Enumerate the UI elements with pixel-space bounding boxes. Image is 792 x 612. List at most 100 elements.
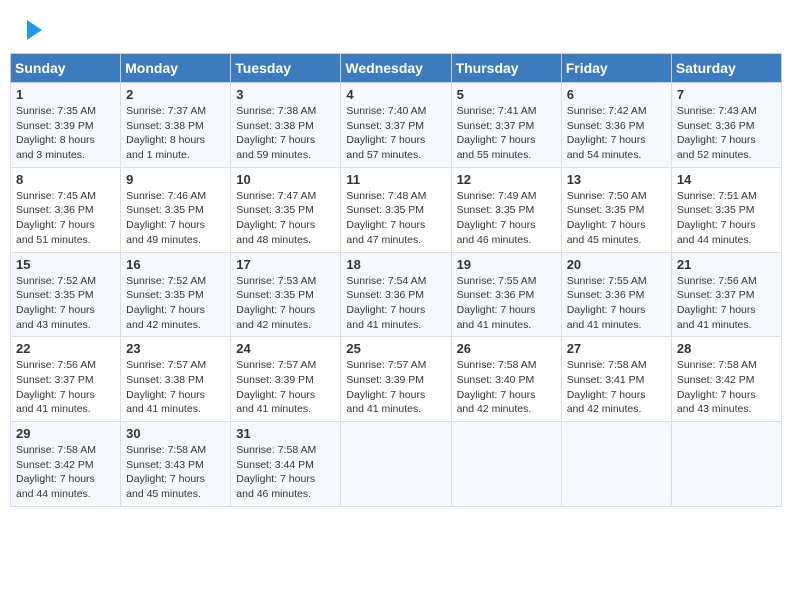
- calendar-day-cell: 31 Sunrise: 7:58 AMSunset: 3:44 PMDaylig…: [231, 422, 341, 507]
- day-number: 27: [567, 341, 666, 356]
- day-info: Sunrise: 7:40 AMSunset: 3:37 PMDaylight:…: [346, 104, 445, 163]
- day-info: Sunrise: 7:51 AMSunset: 3:35 PMDaylight:…: [677, 189, 776, 248]
- calendar-day-cell: 10 Sunrise: 7:47 AMSunset: 3:35 PMDaylig…: [231, 167, 341, 252]
- day-info: Sunrise: 7:37 AMSunset: 3:38 PMDaylight:…: [126, 104, 225, 163]
- day-number: 14: [677, 172, 776, 187]
- calendar-week-row: 8 Sunrise: 7:45 AMSunset: 3:36 PMDayligh…: [11, 167, 782, 252]
- day-number: 17: [236, 257, 335, 272]
- calendar-day-cell: 9 Sunrise: 7:46 AMSunset: 3:35 PMDayligh…: [121, 167, 231, 252]
- calendar-day-cell: 1 Sunrise: 7:35 AMSunset: 3:39 PMDayligh…: [11, 83, 121, 168]
- day-info: Sunrise: 7:57 AMSunset: 3:38 PMDaylight:…: [126, 358, 225, 417]
- day-info: Sunrise: 7:49 AMSunset: 3:35 PMDaylight:…: [457, 189, 556, 248]
- calendar-day-cell: 28 Sunrise: 7:58 AMSunset: 3:42 PMDaylig…: [671, 337, 781, 422]
- calendar-day-cell: 15 Sunrise: 7:52 AMSunset: 3:35 PMDaylig…: [11, 252, 121, 337]
- calendar-day-cell: 4 Sunrise: 7:40 AMSunset: 3:37 PMDayligh…: [341, 83, 451, 168]
- day-number: 16: [126, 257, 225, 272]
- day-number: 2: [126, 87, 225, 102]
- day-info: Sunrise: 7:48 AMSunset: 3:35 PMDaylight:…: [346, 189, 445, 248]
- day-number: 23: [126, 341, 225, 356]
- calendar-day-cell: 22 Sunrise: 7:56 AMSunset: 3:37 PMDaylig…: [11, 337, 121, 422]
- calendar-day-cell: 23 Sunrise: 7:57 AMSunset: 3:38 PMDaylig…: [121, 337, 231, 422]
- day-info: Sunrise: 7:56 AMSunset: 3:37 PMDaylight:…: [677, 274, 776, 333]
- day-info: Sunrise: 7:58 AMSunset: 3:41 PMDaylight:…: [567, 358, 666, 417]
- calendar-day-cell: [561, 422, 671, 507]
- calendar-day-cell: 14 Sunrise: 7:51 AMSunset: 3:35 PMDaylig…: [671, 167, 781, 252]
- day-number: 28: [677, 341, 776, 356]
- calendar-header-row: SundayMondayTuesdayWednesdayThursdayFrid…: [11, 54, 782, 83]
- day-info: Sunrise: 7:50 AMSunset: 3:35 PMDaylight:…: [567, 189, 666, 248]
- calendar-day-cell: 24 Sunrise: 7:57 AMSunset: 3:39 PMDaylig…: [231, 337, 341, 422]
- calendar-day-cell: 7 Sunrise: 7:43 AMSunset: 3:36 PMDayligh…: [671, 83, 781, 168]
- day-info: Sunrise: 7:54 AMSunset: 3:36 PMDaylight:…: [346, 274, 445, 333]
- calendar-day-cell: 26 Sunrise: 7:58 AMSunset: 3:40 PMDaylig…: [451, 337, 561, 422]
- logo-icon: [17, 15, 47, 45]
- day-number: 13: [567, 172, 666, 187]
- calendar-day-cell: [671, 422, 781, 507]
- day-number: 31: [236, 426, 335, 441]
- day-info: Sunrise: 7:58 AMSunset: 3:42 PMDaylight:…: [677, 358, 776, 417]
- calendar-week-row: 22 Sunrise: 7:56 AMSunset: 3:37 PMDaylig…: [11, 337, 782, 422]
- day-number: 9: [126, 172, 225, 187]
- weekday-header: Friday: [561, 54, 671, 83]
- calendar-day-cell: 27 Sunrise: 7:58 AMSunset: 3:41 PMDaylig…: [561, 337, 671, 422]
- calendar-week-row: 29 Sunrise: 7:58 AMSunset: 3:42 PMDaylig…: [11, 422, 782, 507]
- day-info: Sunrise: 7:42 AMSunset: 3:36 PMDaylight:…: [567, 104, 666, 163]
- day-number: 30: [126, 426, 225, 441]
- day-number: 5: [457, 87, 556, 102]
- calendar-day-cell: [341, 422, 451, 507]
- calendar-day-cell: 18 Sunrise: 7:54 AMSunset: 3:36 PMDaylig…: [341, 252, 451, 337]
- calendar-day-cell: 5 Sunrise: 7:41 AMSunset: 3:37 PMDayligh…: [451, 83, 561, 168]
- calendar-day-cell: 19 Sunrise: 7:55 AMSunset: 3:36 PMDaylig…: [451, 252, 561, 337]
- day-number: 22: [16, 341, 115, 356]
- day-info: Sunrise: 7:58 AMSunset: 3:43 PMDaylight:…: [126, 443, 225, 502]
- weekday-header: Saturday: [671, 54, 781, 83]
- day-info: Sunrise: 7:55 AMSunset: 3:36 PMDaylight:…: [457, 274, 556, 333]
- day-info: Sunrise: 7:58 AMSunset: 3:40 PMDaylight:…: [457, 358, 556, 417]
- day-number: 7: [677, 87, 776, 102]
- day-info: Sunrise: 7:38 AMSunset: 3:38 PMDaylight:…: [236, 104, 335, 163]
- day-info: Sunrise: 7:43 AMSunset: 3:36 PMDaylight:…: [677, 104, 776, 163]
- calendar-day-cell: 30 Sunrise: 7:58 AMSunset: 3:43 PMDaylig…: [121, 422, 231, 507]
- calendar-day-cell: [451, 422, 561, 507]
- calendar-day-cell: 25 Sunrise: 7:57 AMSunset: 3:39 PMDaylig…: [341, 337, 451, 422]
- day-number: 25: [346, 341, 445, 356]
- day-number: 21: [677, 257, 776, 272]
- calendar-day-cell: 11 Sunrise: 7:48 AMSunset: 3:35 PMDaylig…: [341, 167, 451, 252]
- day-info: Sunrise: 7:58 AMSunset: 3:44 PMDaylight:…: [236, 443, 335, 502]
- day-number: 6: [567, 87, 666, 102]
- day-number: 18: [346, 257, 445, 272]
- day-info: Sunrise: 7:52 AMSunset: 3:35 PMDaylight:…: [16, 274, 115, 333]
- day-info: Sunrise: 7:41 AMSunset: 3:37 PMDaylight:…: [457, 104, 556, 163]
- day-number: 11: [346, 172, 445, 187]
- day-info: Sunrise: 7:46 AMSunset: 3:35 PMDaylight:…: [126, 189, 225, 248]
- weekday-header: Thursday: [451, 54, 561, 83]
- day-info: Sunrise: 7:55 AMSunset: 3:36 PMDaylight:…: [567, 274, 666, 333]
- weekday-header: Tuesday: [231, 54, 341, 83]
- calendar-day-cell: 3 Sunrise: 7:38 AMSunset: 3:38 PMDayligh…: [231, 83, 341, 168]
- day-number: 4: [346, 87, 445, 102]
- calendar-day-cell: 20 Sunrise: 7:55 AMSunset: 3:36 PMDaylig…: [561, 252, 671, 337]
- calendar-table: SundayMondayTuesdayWednesdayThursdayFrid…: [10, 53, 782, 507]
- logo: [15, 15, 47, 45]
- day-info: Sunrise: 7:52 AMSunset: 3:35 PMDaylight:…: [126, 274, 225, 333]
- day-number: 26: [457, 341, 556, 356]
- calendar-day-cell: 17 Sunrise: 7:53 AMSunset: 3:35 PMDaylig…: [231, 252, 341, 337]
- day-info: Sunrise: 7:57 AMSunset: 3:39 PMDaylight:…: [346, 358, 445, 417]
- day-number: 3: [236, 87, 335, 102]
- calendar-week-row: 15 Sunrise: 7:52 AMSunset: 3:35 PMDaylig…: [11, 252, 782, 337]
- day-number: 15: [16, 257, 115, 272]
- weekday-header: Sunday: [11, 54, 121, 83]
- day-number: 12: [457, 172, 556, 187]
- day-number: 19: [457, 257, 556, 272]
- calendar-day-cell: 21 Sunrise: 7:56 AMSunset: 3:37 PMDaylig…: [671, 252, 781, 337]
- calendar-day-cell: 29 Sunrise: 7:58 AMSunset: 3:42 PMDaylig…: [11, 422, 121, 507]
- page-header: [10, 10, 782, 45]
- day-info: Sunrise: 7:58 AMSunset: 3:42 PMDaylight:…: [16, 443, 115, 502]
- calendar-day-cell: 2 Sunrise: 7:37 AMSunset: 3:38 PMDayligh…: [121, 83, 231, 168]
- day-info: Sunrise: 7:45 AMSunset: 3:36 PMDaylight:…: [16, 189, 115, 248]
- calendar-week-row: 1 Sunrise: 7:35 AMSunset: 3:39 PMDayligh…: [11, 83, 782, 168]
- day-number: 24: [236, 341, 335, 356]
- day-number: 29: [16, 426, 115, 441]
- day-number: 1: [16, 87, 115, 102]
- weekday-header: Wednesday: [341, 54, 451, 83]
